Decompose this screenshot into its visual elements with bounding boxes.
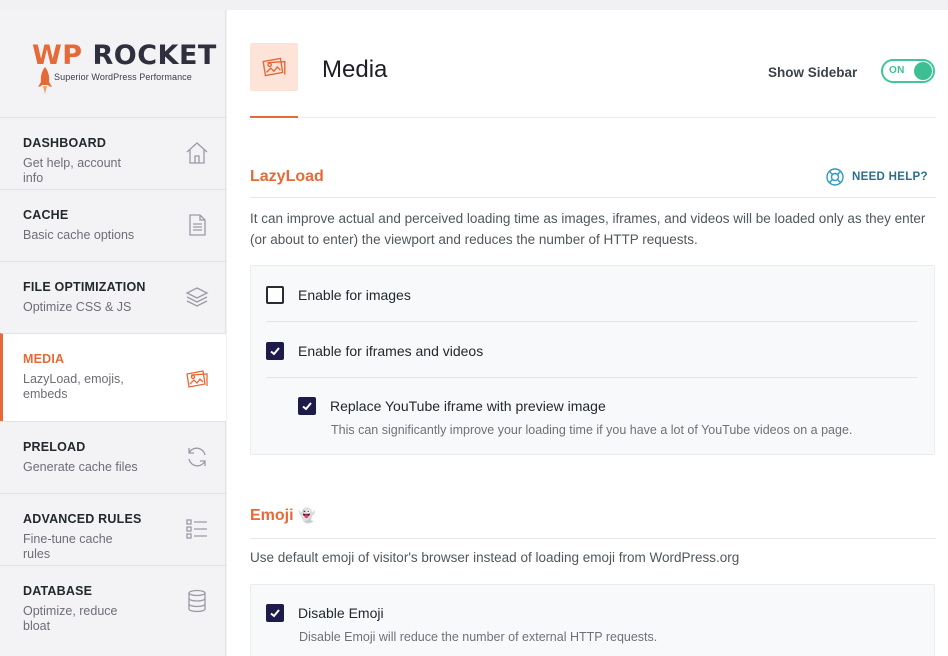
sidebar-item-title: MEDIA [23, 352, 65, 366]
sidebar-item-subtitle: Optimize, reduce bloat [23, 604, 118, 633]
sidebar-item-subtitle: Generate cache files [23, 460, 138, 474]
main-content: Media Show Sidebar ON LazyLoad NEED HELP… [227, 10, 948, 656]
sidebar-item-media[interactable]: MEDIA LazyLoad, emojis, embeds [0, 333, 226, 421]
need-help-link[interactable]: NEED HELP? [825, 167, 928, 187]
disable-emoji-label: Disable Emoji [298, 605, 384, 621]
youtube-preview-label: Replace YouTube iframe with preview imag… [330, 398, 606, 414]
layers-icon [184, 284, 210, 310]
lazyload-options-panel: Enable for images Enable for iframes and… [250, 265, 935, 455]
logo-rocket: ROCKET [82, 40, 217, 71]
checkmark-icon [302, 402, 312, 411]
rocket-icon [38, 67, 52, 94]
sidebar-item-subtitle: Fine-tune cache rules [23, 532, 113, 561]
youtube-preview-checkbox[interactable] [298, 397, 316, 415]
checkmark-icon [270, 609, 280, 618]
sidebar-item-subtitle: Optimize CSS & JS [23, 300, 132, 314]
need-help-label: NEED HELP? [852, 171, 928, 183]
logo-tagline: Superior WordPress Performance [54, 72, 192, 82]
header-accent-underline [250, 116, 298, 118]
enable-images-label: Enable for images [298, 287, 411, 303]
emoji-title: Emoji 👻 [250, 507, 315, 525]
sidebar-item-advanced-rules[interactable]: ADVANCED RULES Fine-tune cache rules [0, 493, 226, 565]
sidebar-item-subtitle: Get help, account info [23, 156, 121, 185]
lazyload-description: It can improve actual and perceived load… [250, 211, 926, 247]
sidebar-item-file-optimization[interactable]: FILE OPTIMIZATION Optimize CSS & JS [0, 261, 226, 333]
emoji-title-text: Emoji [250, 507, 294, 524]
enable-images-checkbox[interactable] [266, 286, 284, 304]
toggle-label: ON [889, 65, 905, 76]
option-divider [266, 321, 917, 322]
youtube-preview-option[interactable]: Replace YouTube iframe with preview imag… [298, 397, 606, 415]
disable-emoji-description: Disable Emoji will reduce the number of … [299, 630, 658, 644]
enable-iframes-label: Enable for iframes and videos [298, 343, 484, 359]
youtube-preview-description: This can significantly improve your load… [331, 423, 853, 437]
sidebar-nav: DASHBOARD Get help, account info CACHE B… [0, 117, 226, 637]
sidebar-item-preload[interactable]: PRELOAD Generate cache files [0, 421, 226, 493]
show-sidebar-toggle[interactable]: ON [881, 59, 935, 83]
sidebar-item-database[interactable]: DATABASE Optimize, reduce bloat [0, 565, 226, 637]
page-icon-box [250, 43, 298, 91]
emoji-options-panel: Disable Emoji Disable Emoji will reduce … [250, 584, 935, 656]
database-icon [184, 588, 210, 614]
emoji-divider [250, 538, 936, 539]
home-icon [184, 140, 210, 166]
lazyload-title: LazyLoad [250, 168, 324, 185]
sidebar-item-cache[interactable]: CACHE Basic cache options [0, 189, 226, 261]
sidebar-item-dashboard[interactable]: DASHBOARD Get help, account info [0, 117, 226, 189]
enable-iframes-option[interactable]: Enable for iframes and videos [266, 342, 483, 360]
sidebar: WP ROCKET Superior WordPress Performance… [0, 10, 226, 656]
logo-text: WP ROCKET [32, 40, 217, 71]
show-sidebar-label: Show Sidebar [768, 65, 858, 80]
enable-iframes-checkbox[interactable] [266, 342, 284, 360]
option-divider [266, 377, 917, 378]
lazyload-divider [250, 197, 936, 198]
checkmark-icon [270, 347, 280, 356]
emoji-description: Use default emoji of visitor's browser i… [250, 550, 740, 565]
sidebar-item-subtitle: Basic cache options [23, 228, 135, 242]
images-icon [184, 366, 210, 392]
wp-rocket-logo[interactable]: WP ROCKET Superior WordPress Performance [32, 40, 216, 100]
ghost-emoji-icon: 👻 [298, 507, 316, 523]
refresh-icon [184, 444, 210, 470]
enable-images-option[interactable]: Enable for images [266, 286, 411, 304]
lifebuoy-icon [826, 168, 844, 186]
header-divider [250, 117, 936, 118]
list-icon [184, 516, 210, 542]
page-title: Media [322, 56, 388, 83]
disable-emoji-option[interactable]: Disable Emoji [266, 604, 384, 622]
toggle-knob [914, 62, 932, 80]
top-strip [0, 0, 948, 10]
disable-emoji-checkbox[interactable] [266, 604, 284, 622]
media-icon [262, 57, 286, 77]
sidebar-item-subtitle: LazyLoad, emojis, embeds [23, 372, 124, 401]
document-icon [184, 212, 210, 238]
